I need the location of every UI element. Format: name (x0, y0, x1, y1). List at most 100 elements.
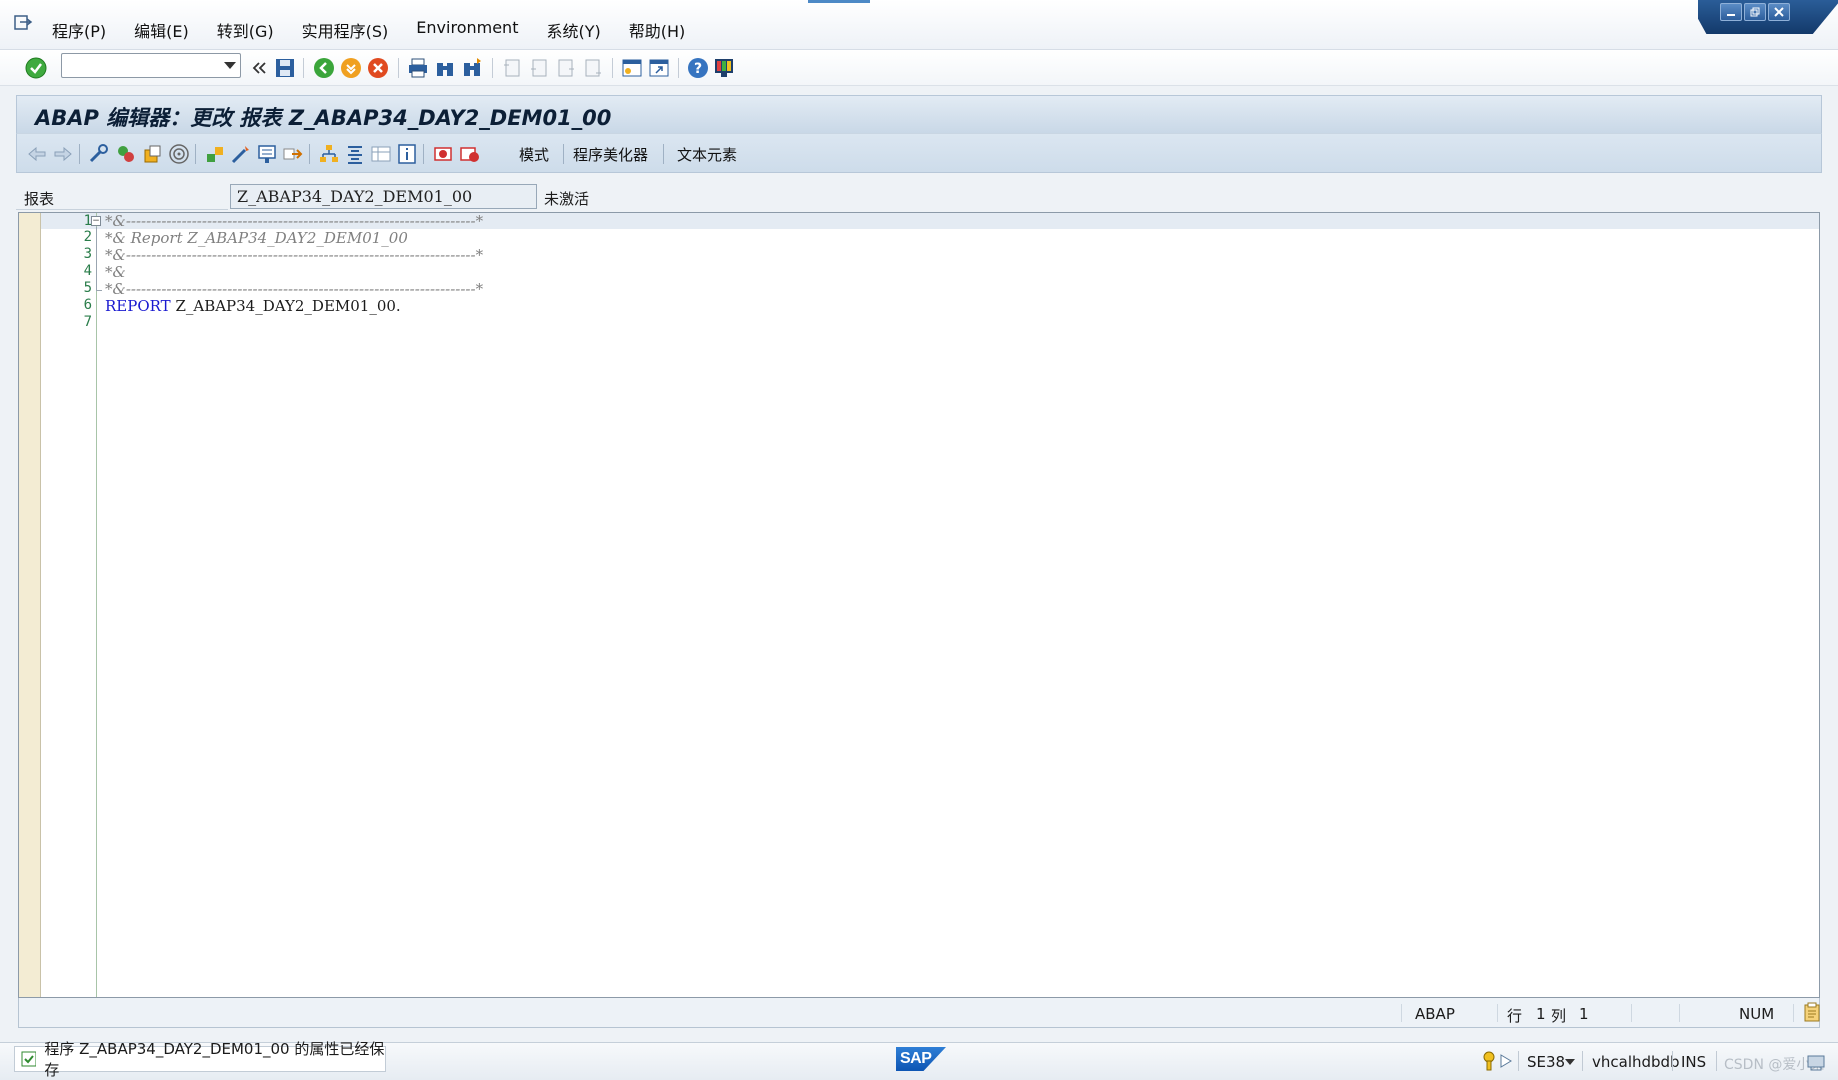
report-label: 报表 (24, 190, 55, 208)
top-accent-bar (808, 0, 870, 3)
line-number: 4 (83, 263, 92, 279)
test-icon[interactable] (255, 142, 279, 166)
code-line-6: REPORT Z_ABAP34_DAY2_DEM01_00. (105, 297, 401, 315)
fold-guide-end (96, 290, 102, 291)
connection-icon[interactable] (1806, 1051, 1826, 1075)
code-line-2: *& Report Z_ABAP34_DAY2_DEM01_00 (105, 229, 408, 247)
row-value: 1 (1536, 1005, 1546, 1023)
object-list-icon[interactable] (317, 142, 341, 166)
close-icon[interactable] (1768, 3, 1790, 21)
menu-edit[interactable]: 编辑(E) (134, 18, 189, 42)
report-statement: Z_ABAP34_DAY2_DEM01_00. (170, 297, 401, 315)
menu-items: 程序(P) 编辑(E) 转到(G) 实用程序(S) Environment 系统… (38, 18, 699, 42)
back-arrow-icon[interactable] (25, 142, 49, 166)
back-icon[interactable] (312, 56, 336, 80)
editor-gutter (19, 213, 41, 997)
application-toolbar: 模式 程序美化器 文本元素 (16, 133, 1822, 173)
clipboard-icon[interactable] (1803, 1002, 1821, 1026)
find-icon[interactable] (433, 56, 457, 80)
help-icon[interactable]: ? (686, 56, 710, 80)
customize-layout-icon[interactable] (712, 56, 736, 80)
fold-guide (96, 227, 97, 291)
report-name-field: Z_ABAP34_DAY2_DEM01_00 (230, 184, 537, 209)
cancel-icon[interactable] (366, 56, 390, 80)
activation-status: 未激活 (544, 190, 590, 208)
line-number: 2 (83, 229, 92, 245)
menu-help[interactable]: 帮助(H) (629, 18, 686, 42)
menu-system[interactable]: 系统(Y) (546, 18, 600, 42)
key-icon[interactable] (1480, 1051, 1498, 1075)
code-line-4: *& (105, 263, 126, 281)
pretty-printer-button[interactable]: 程序美化器 (573, 144, 648, 165)
display-object-list-icon[interactable] (369, 142, 393, 166)
column-value: 1 (1579, 1005, 1589, 1023)
line-number: 5 (83, 280, 92, 296)
window-controls (1698, 0, 1838, 34)
line-number: 6 (83, 297, 92, 313)
chevron-down-icon[interactable] (1565, 1059, 1575, 1065)
fold-collapse-icon[interactable]: − (91, 216, 101, 226)
restore-icon[interactable] (1744, 3, 1766, 21)
execute-icon[interactable] (281, 142, 305, 166)
insert-mode: INS (1681, 1053, 1707, 1071)
line-number: 3 (83, 246, 92, 262)
editor-status-row: ABAP 行 1 列 1 NUM (18, 998, 1820, 1028)
save-icon[interactable] (273, 56, 297, 80)
session-breakpoint-icon[interactable] (458, 142, 482, 166)
print-icon[interactable] (406, 56, 430, 80)
status-message: 程序 Z_ABAP34_DAY2_DEM01_00 的属性已经保存 (44, 1040, 385, 1079)
last-page-icon[interactable] (581, 56, 605, 80)
title-bar: ABAP 编辑器：更改 报表 Z_ABAP34_DAY2_DEM01_00 (16, 95, 1822, 133)
menu-program[interactable]: 程序(P) (52, 18, 106, 42)
minimize-icon[interactable] (1720, 3, 1742, 21)
line-number-column: 1 2 3 4 5 6 7 (41, 213, 97, 997)
row-label: 行 (1507, 1007, 1523, 1025)
menu-environment[interactable]: Environment (416, 18, 518, 42)
menu-bar: 程序(P) 编辑(E) 转到(G) 实用程序(S) Environment 系统… (0, 0, 1838, 50)
svg-text:?: ? (694, 61, 702, 77)
activate-icon[interactable] (229, 142, 253, 166)
exit-icon[interactable] (339, 56, 363, 80)
code-line-5: *&--------------------------------------… (105, 280, 484, 298)
find-next-icon[interactable] (460, 56, 484, 80)
num-lock-indicator: NUM (1739, 1005, 1775, 1023)
transaction-code: SE38 (1527, 1053, 1566, 1071)
chevron-down-icon[interactable] (224, 62, 236, 69)
sap-logo: SAP (896, 1047, 946, 1071)
enter-check-icon[interactable] (24, 56, 48, 80)
first-page-icon[interactable] (500, 56, 524, 80)
menu-utilities[interactable]: 实用程序(S) (302, 18, 389, 42)
forward-arrow-icon[interactable] (51, 142, 75, 166)
code-line-1: *&--------------------------------------… (105, 212, 484, 230)
navigation-window-icon[interactable] (343, 142, 367, 166)
label-underline (16, 209, 228, 210)
report-field-row: 报表 Z_ABAP34_DAY2_DEM01_00 未激活 (16, 182, 1822, 212)
info-icon[interactable] (395, 142, 419, 166)
where-used-icon[interactable] (167, 142, 191, 166)
command-field[interactable] (61, 53, 241, 78)
text-elements-button[interactable]: 文本元素 (677, 144, 737, 165)
previous-page-icon[interactable] (527, 56, 551, 80)
code-editor[interactable]: 1 2 3 4 5 6 7 − *&----------------------… (18, 212, 1820, 998)
double-left-arrow-icon[interactable] (247, 56, 271, 80)
create-session-icon[interactable] (620, 56, 644, 80)
success-check-icon (21, 1051, 37, 1067)
pattern-button[interactable]: 模式 (519, 144, 549, 165)
server-name: vhcalhdbdb (1592, 1053, 1680, 1071)
system-menu-icon[interactable] (14, 14, 34, 32)
menu-goto[interactable]: 转到(G) (217, 18, 274, 42)
page-title: ABAP 编辑器：更改 报表 Z_ABAP34_DAY2_DEM01_00 (35, 106, 612, 130)
active-inactive-icon[interactable] (141, 142, 165, 166)
editor-language: ABAP (1415, 1005, 1455, 1023)
status-message-box[interactable]: 程序 Z_ABAP34_DAY2_DEM01_00 的属性已经保存 (14, 1040, 386, 1079)
set-breakpoint-icon[interactable] (431, 142, 455, 166)
column-label: 列 (1551, 1007, 1567, 1025)
other-object-icon[interactable] (114, 142, 138, 166)
line-number: 7 (83, 314, 92, 330)
next-page-icon[interactable] (554, 56, 578, 80)
check-syntax-icon[interactable] (203, 142, 227, 166)
play-triangle-icon[interactable] (1500, 1054, 1512, 1072)
display-change-icon[interactable] (87, 142, 111, 166)
report-keyword: REPORT (105, 297, 171, 315)
shortcut-icon[interactable] (647, 56, 671, 80)
